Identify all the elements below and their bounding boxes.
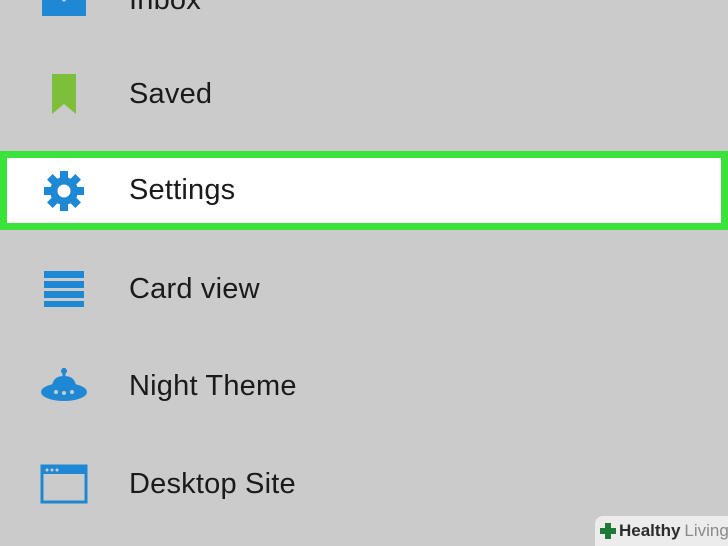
gear-icon xyxy=(36,163,92,219)
ufo-icon xyxy=(36,358,92,414)
watermark-text-light: Living xyxy=(684,521,728,540)
menu-item-label: Card view xyxy=(129,272,260,305)
menu-item-label: Desktop Site xyxy=(129,467,296,500)
watermark-text-bold: Healthy xyxy=(619,521,681,540)
navigation-menu: Inbox Saved xyxy=(0,0,728,546)
menu-item-night-theme[interactable]: Night Theme xyxy=(0,347,728,425)
menu-item-card-view[interactable]: Card view xyxy=(0,250,728,328)
menu-item-inbox[interactable]: Inbox xyxy=(0,0,728,39)
menu-item-desktop-site[interactable]: Desktop Site xyxy=(0,445,728,523)
envelope-icon xyxy=(36,0,92,28)
menu-item-label: Night Theme xyxy=(129,369,297,402)
menu-item-label: Settings xyxy=(129,174,236,206)
bookmark-icon xyxy=(36,66,92,122)
watermark: Healthy Living xyxy=(595,516,728,546)
plus-cross-icon xyxy=(599,522,617,540)
browser-window-icon xyxy=(36,456,92,512)
menu-item-saved[interactable]: Saved xyxy=(0,55,728,133)
menu-item-label: Saved xyxy=(129,77,213,110)
card-view-icon xyxy=(36,261,92,317)
menu-item-settings[interactable]: Settings xyxy=(0,151,728,230)
menu-item-label: Inbox xyxy=(129,0,201,17)
